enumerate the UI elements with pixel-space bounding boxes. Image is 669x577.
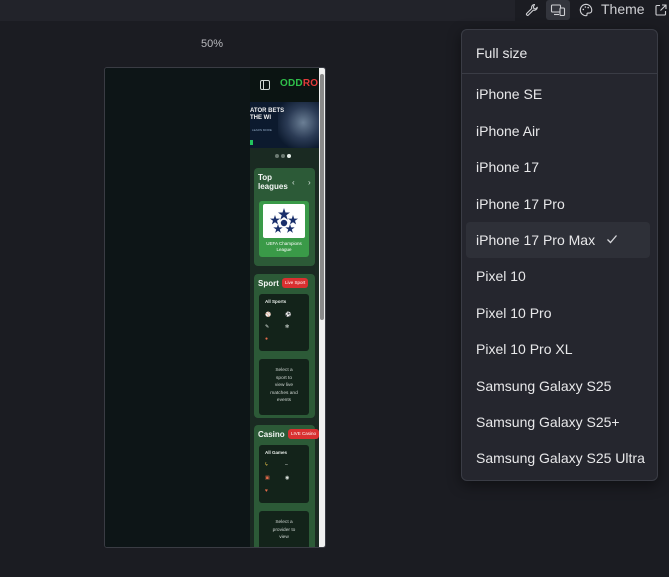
- roulette-icon[interactable]: ◉: [285, 476, 290, 481]
- sport-icon[interactable]: ⚾: [265, 313, 271, 318]
- casino-message-panel: Select a provider to view: [259, 511, 309, 547]
- sport-message-line: Select a: [275, 368, 293, 373]
- preview-app: ODDRO ATOR BETS THE WI LEARN MORE Top le…: [250, 68, 320, 547]
- cricket-icon[interactable]: ✎: [265, 325, 270, 330]
- banner-sub: LEARN MORE: [252, 128, 272, 132]
- all-games-label[interactable]: All Games: [265, 450, 287, 455]
- live-sport-badge[interactable]: Live Sport: [282, 278, 309, 288]
- sport-message-line: view live: [274, 383, 294, 388]
- chevron-left-icon[interactable]: ‹: [292, 178, 295, 187]
- casino-card: Casino LIVE Casino All Games ϟ – ▣ ◉ ♥ S…: [254, 425, 320, 547]
- menu-item-label: Samsung Galaxy S25+: [476, 414, 620, 430]
- device-dropdown-menu: Full size iPhone SE iPhone Air iPhone 17…: [461, 29, 658, 481]
- menu-item-iphone-17[interactable]: iPhone 17: [466, 149, 650, 185]
- menu-item-iphone-se[interactable]: iPhone SE: [466, 76, 650, 112]
- sport-message-panel: Select a sport to view live matches and …: [259, 359, 309, 415]
- theme-label[interactable]: Theme: [601, 1, 645, 17]
- carousel-dots: [275, 154, 291, 158]
- live-casino-badge[interactable]: LIVE Casino: [288, 429, 320, 439]
- menu-item-iphone-air[interactable]: iPhone Air: [466, 113, 650, 149]
- menu-divider: [462, 73, 657, 74]
- banner-headline: ATOR BETS THE WI: [250, 108, 284, 122]
- carousel-dot[interactable]: [275, 154, 279, 158]
- dash-icon[interactable]: –: [285, 463, 290, 468]
- wrench-icon[interactable]: [521, 0, 543, 20]
- banner-line-1: ATOR BETS: [250, 108, 285, 114]
- champions-league-logo: [263, 204, 305, 238]
- menu-item-pixel-10-pro[interactable]: Pixel 10 Pro: [466, 295, 650, 331]
- app-logo[interactable]: ODDRO: [280, 78, 318, 89]
- logo-primary: ODD: [280, 78, 303, 89]
- menu-item-label: iPhone SE: [476, 86, 543, 102]
- games-panel: All Games ϟ – ▣ ◉ ♥: [259, 445, 309, 503]
- checkmark-icon: [607, 235, 617, 244]
- menu-item-samsung-galaxy-s25-plus[interactable]: Samsung Galaxy S25+: [466, 404, 650, 440]
- scrollbar-thumb[interactable]: [320, 74, 324, 320]
- sport-message-line: matches and: [270, 390, 298, 396]
- menu-item-label: iPhone 17: [476, 159, 540, 175]
- menu-item-label: Full size: [476, 45, 528, 61]
- logo-secondary: RO: [302, 78, 319, 89]
- bolt-icon[interactable]: ϟ: [265, 463, 270, 468]
- palette-icon[interactable]: [575, 0, 597, 20]
- menu-item-label: Samsung Galaxy S25: [476, 378, 612, 394]
- casino-message-line: provider to: [272, 527, 296, 533]
- menu-item-pixel-10[interactable]: Pixel 10: [466, 258, 650, 294]
- league-name: UEFA Champions League: [259, 241, 309, 253]
- menu-item-label: iPhone Air: [476, 123, 540, 139]
- football-icon[interactable]: ⚽: [285, 313, 291, 318]
- menu-item-label: iPhone 17 Pro: [476, 196, 565, 212]
- banner-image: [278, 102, 320, 148]
- sport-message-line: sport to: [276, 375, 292, 381]
- sport-card: Sport Live Sport All Sports ⚾ ⚽ ✎ ✻ ● Se…: [254, 274, 315, 418]
- top-toolbar: Theme: [0, 0, 669, 21]
- volleyball-icon[interactable]: ✻: [285, 325, 290, 330]
- toolbar-tab-strip: [0, 0, 515, 21]
- device-preview-frame: ODDRO ATOR BETS THE WI LEARN MORE Top le…: [104, 67, 326, 548]
- responsive-view-icon[interactable]: [546, 0, 570, 20]
- casino-message-line: view: [279, 535, 289, 540]
- carousel-dot-active[interactable]: [287, 154, 291, 158]
- menu-item-samsung-galaxy-s25-ultra[interactable]: Samsung Galaxy S25 Ultra: [466, 440, 650, 476]
- menu-item-iphone-17-pro[interactable]: iPhone 17 Pro: [466, 186, 650, 222]
- menu-item-label: Pixel 10: [476, 268, 526, 284]
- all-sports-label[interactable]: All Sports: [265, 299, 286, 304]
- top-leagues-title-line-2: leagues: [258, 182, 288, 191]
- banner-line-2: THE WI: [250, 115, 271, 121]
- preview-empty-area: [105, 68, 250, 547]
- zoom-level-label: 50%: [201, 38, 224, 50]
- menu-item-samsung-galaxy-s25[interactable]: Samsung Galaxy S25: [466, 368, 650, 404]
- league-name-line-2: League: [276, 247, 292, 252]
- chevron-right-icon[interactable]: ›: [308, 178, 311, 187]
- sidebar-toggle-icon[interactable]: [260, 80, 270, 90]
- sports-panel: All Sports ⚾ ⚽ ✎ ✻ ●: [259, 294, 309, 351]
- promo-banner[interactable]: ATOR BETS THE WI LEARN MORE: [250, 102, 320, 148]
- menu-item-pixel-10-pro-xl[interactable]: Pixel 10 Pro XL: [466, 331, 650, 367]
- top-leagues-title: Top leagues: [258, 173, 288, 191]
- menu-item-label: iPhone 17 Pro Max: [476, 232, 596, 248]
- open-external-icon[interactable]: [653, 0, 669, 20]
- menu-item-iphone-17-pro-max[interactable]: iPhone 17 Pro Max: [466, 222, 650, 258]
- menu-item-full-size[interactable]: Full size: [466, 35, 650, 71]
- basketball-icon[interactable]: ●: [265, 337, 270, 342]
- sport-title: Sport: [258, 279, 279, 288]
- app-header: ODDRO: [250, 68, 320, 102]
- sport-select-message: Select a sport to view live matches and …: [259, 367, 309, 405]
- casino-select-message: Select a provider to view: [259, 519, 309, 542]
- top-leagues-title-line-1: Top: [258, 173, 273, 182]
- casino-message-line: Select a: [275, 520, 293, 525]
- menu-item-label: Samsung Galaxy S25 Ultra: [476, 450, 645, 466]
- sport-message-line: events: [276, 398, 292, 403]
- preview-scrollbar[interactable]: [319, 68, 325, 547]
- league-tile[interactable]: UEFA Champions League: [259, 201, 309, 257]
- casino-title: Casino: [258, 430, 285, 439]
- banner-accent: [250, 140, 253, 145]
- top-leagues-card: Top leagues ‹ › UEFA Champions League: [254, 168, 315, 266]
- carousel-dot[interactable]: [281, 154, 285, 158]
- cards-icon[interactable]: ♥: [265, 489, 270, 494]
- menu-item-label: Pixel 10 Pro XL: [476, 341, 573, 357]
- slots-icon[interactable]: ▣: [265, 476, 270, 481]
- menu-item-label: Pixel 10 Pro: [476, 305, 552, 321]
